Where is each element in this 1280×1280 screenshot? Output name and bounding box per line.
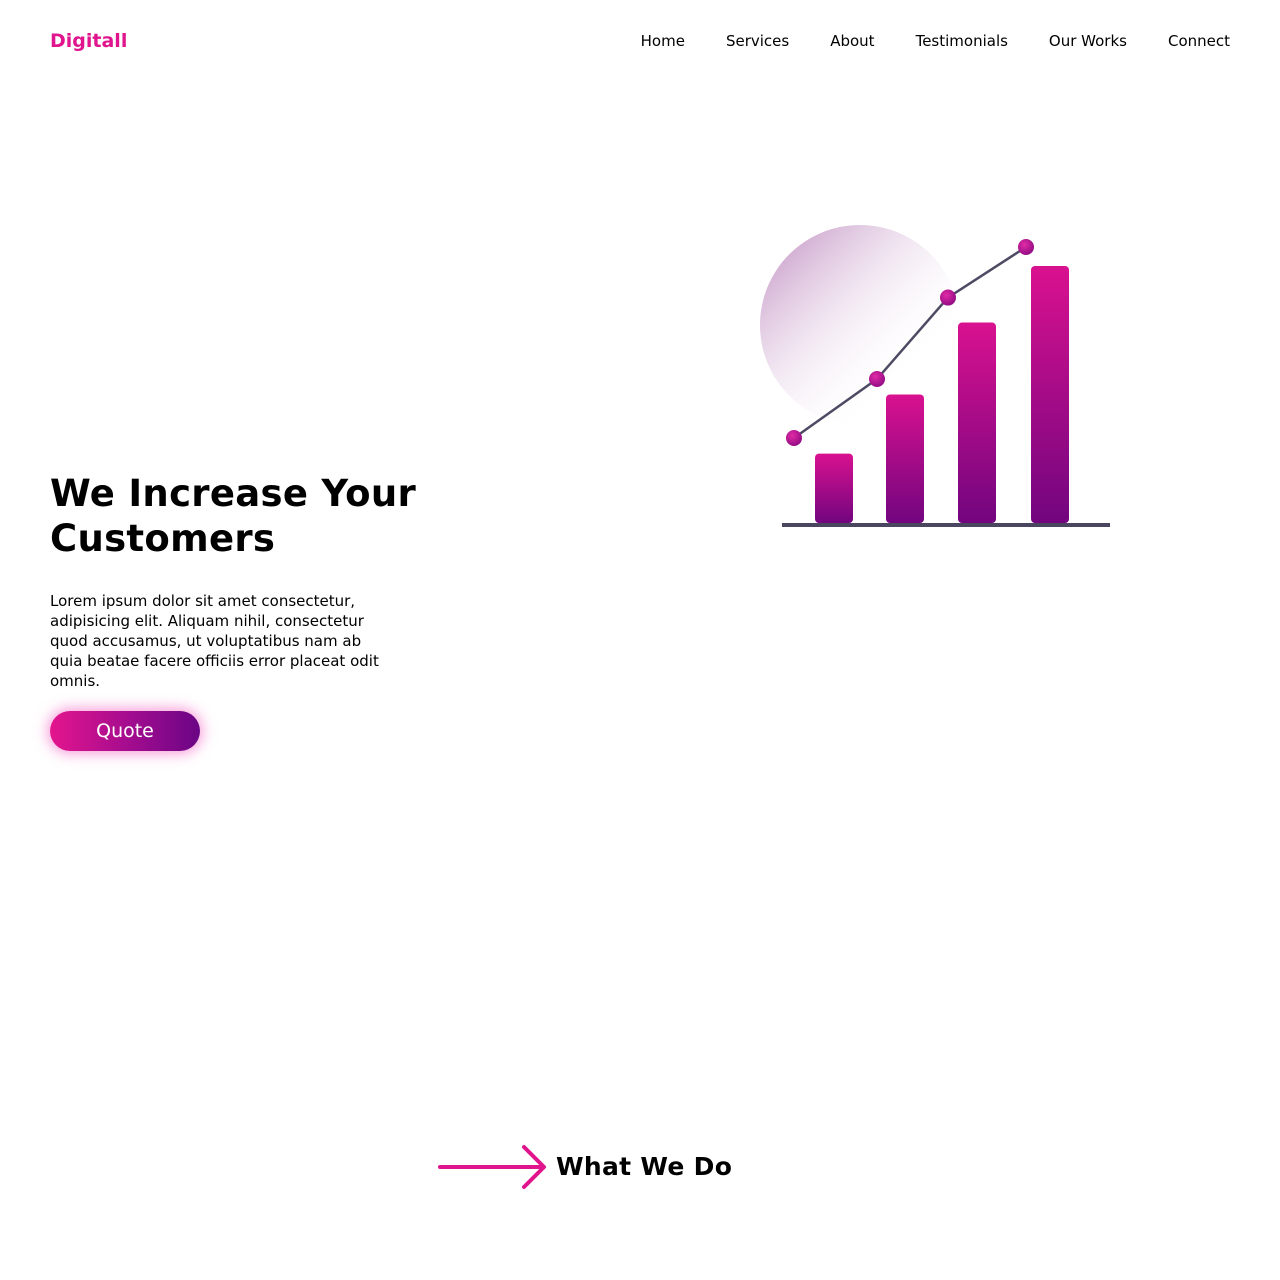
trend-point xyxy=(940,289,956,306)
nav-item-home: Home xyxy=(641,31,685,51)
hero-description: Lorem ipsum dolor sit amet consectetur, … xyxy=(50,592,379,690)
nav-link-testimonials[interactable]: Testimonials xyxy=(916,32,1008,50)
quote-button[interactable]: Quote xyxy=(50,711,200,751)
section-title: What We Do xyxy=(556,1152,733,1181)
growth-chart-illustration xyxy=(760,225,1110,527)
nav-link-home[interactable]: Home xyxy=(641,32,685,50)
nav-link-about[interactable]: About xyxy=(830,32,874,50)
brand-logo[interactable]: Digitall xyxy=(50,29,127,53)
nav-link-services[interactable]: Services xyxy=(726,32,789,50)
trend-point xyxy=(1018,239,1034,255)
nav-link-connect[interactable]: Connect xyxy=(1168,32,1230,50)
nav-item-testimonials: Testimonials xyxy=(916,31,1008,51)
background-circle xyxy=(760,225,960,425)
nav-item-connect: Connect xyxy=(1168,31,1230,51)
nav-links: Home Services About Testimonials Our Wor… xyxy=(641,31,1230,51)
hero-title: We Increase Your Customers xyxy=(50,472,417,560)
nav-link-our-works[interactable]: Our Works xyxy=(1049,32,1127,50)
what-we-do-section: What We Do xyxy=(438,1143,732,1191)
arrow-right-icon xyxy=(438,1145,546,1189)
nav-item-services: Services xyxy=(726,31,789,51)
trend-point xyxy=(786,430,802,446)
nav-item-our-works: Our Works xyxy=(1049,31,1127,51)
chart-bar xyxy=(958,322,996,523)
trend-point xyxy=(869,371,885,388)
chart-bar xyxy=(1031,266,1069,523)
nav-item-about: About xyxy=(830,31,874,51)
chart-bar xyxy=(886,394,924,523)
landing-page: Digitall Home Services About Testimonial… xyxy=(0,0,1280,1280)
navbar: Digitall Home Services About Testimonial… xyxy=(0,0,1280,82)
chart-bar xyxy=(815,453,853,523)
